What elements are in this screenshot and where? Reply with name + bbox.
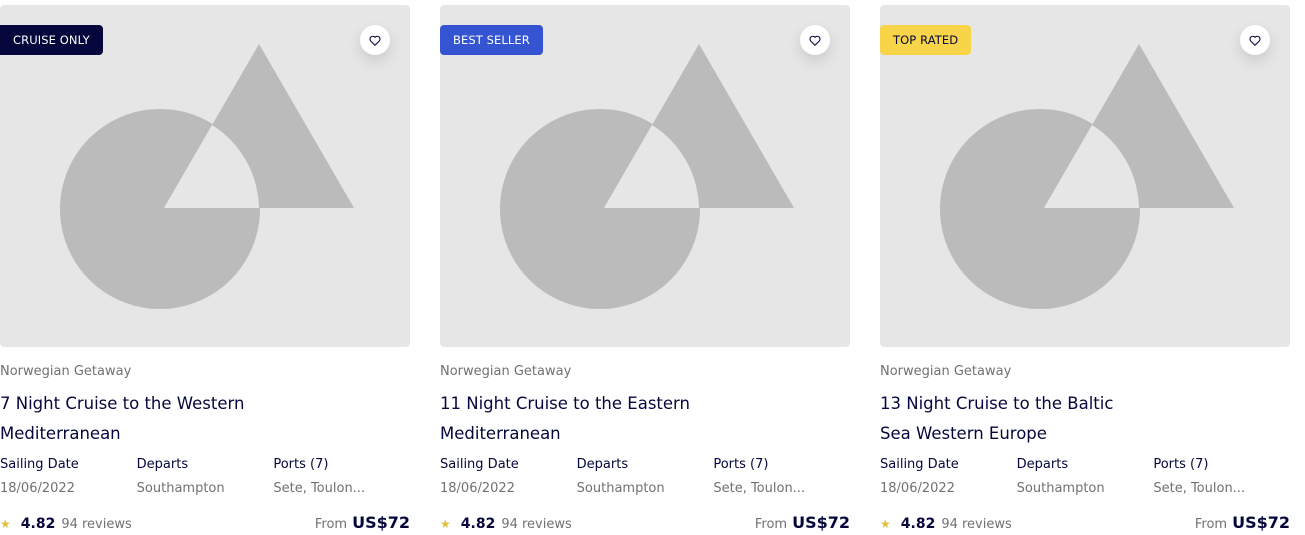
spec-value: 18/06/2022 xyxy=(440,481,515,496)
image-placeholder-icon xyxy=(500,44,794,309)
price-prefix: From xyxy=(754,517,788,532)
spec-label: Sailing Date xyxy=(0,457,79,472)
spec-ports: Ports (7) Sete, Toulon... xyxy=(1153,457,1290,497)
badge-cruise-only: CRUISE ONLY xyxy=(0,25,103,55)
rating: ★ 4.82 94 reviews xyxy=(0,516,132,532)
cruise-specs: Sailing Date 18/06/2022 Departs Southamp… xyxy=(0,457,410,497)
card-image[interactable]: TOP RATED xyxy=(880,5,1290,347)
heart-outline-icon xyxy=(369,35,381,46)
rating: ★ 4.82 94 reviews xyxy=(440,516,572,532)
rating-score: 4.82 xyxy=(900,516,936,532)
spec-departs: Departs Southampton xyxy=(577,457,714,497)
spec-sailing-date: Sailing Date 18/06/2022 xyxy=(440,457,577,497)
spec-value: Sete, Toulon... xyxy=(273,481,366,496)
spec-ports: Ports (7) Sete, Toulon... xyxy=(713,457,850,497)
spec-label: Sailing Date xyxy=(880,457,959,472)
spec-sailing-date: Sailing Date 18/06/2022 xyxy=(0,457,137,497)
spec-value: Southampton xyxy=(136,481,225,496)
spec-value: Sete, Toulon... xyxy=(713,481,806,496)
spec-label: Sailing Date xyxy=(440,457,519,472)
spec-value: 18/06/2022 xyxy=(880,481,955,496)
cruise-card[interactable]: CRUISE ONLY Norwegian Getaway 7 Night Cr… xyxy=(0,5,410,535)
spec-label: Departs xyxy=(576,457,629,472)
image-placeholder-icon xyxy=(940,44,1234,309)
cruise-specs: Sailing Date 18/06/2022 Departs Southamp… xyxy=(880,457,1290,497)
spec-departs: Departs Southampton xyxy=(1017,457,1154,497)
cruise-card[interactable]: TOP RATED Norwegian Getaway 13 Night Cru… xyxy=(880,5,1290,535)
ship-name: Norwegian Getaway xyxy=(0,364,132,379)
spec-label: Departs xyxy=(1016,457,1069,472)
spec-value: Southampton xyxy=(1016,481,1105,496)
favorite-button[interactable] xyxy=(800,25,830,55)
ship-name: Norwegian Getaway xyxy=(880,364,1012,379)
cruise-specs: Sailing Date 18/06/2022 Departs Southamp… xyxy=(440,457,850,497)
cruise-title[interactable]: 7 Night Cruise to the Western Mediterran… xyxy=(0,389,260,449)
badge-best-seller: BEST SELLER xyxy=(440,25,543,55)
rating-score: 4.82 xyxy=(20,516,56,532)
card-image[interactable]: BEST SELLER xyxy=(440,5,850,347)
badge-top-rated: TOP RATED xyxy=(880,25,972,55)
price-amount: US$72 xyxy=(352,513,410,532)
price: From US$72 xyxy=(1195,513,1290,532)
spec-ports: Ports (7) Sete, Toulon... xyxy=(273,457,410,497)
spec-label: Ports (7) xyxy=(713,457,769,472)
favorite-button[interactable] xyxy=(1240,25,1270,55)
cruise-title[interactable]: 13 Night Cruise to the Baltic Sea Wester… xyxy=(880,389,1140,449)
rating-score: 4.82 xyxy=(460,516,496,532)
price-amount: US$72 xyxy=(1232,513,1290,532)
star-icon: ★ xyxy=(0,517,11,531)
spec-value: 18/06/2022 xyxy=(0,481,75,496)
price: From US$72 xyxy=(755,513,850,532)
ship-name: Norwegian Getaway xyxy=(440,364,572,379)
star-icon: ★ xyxy=(440,517,451,531)
star-icon: ★ xyxy=(880,517,891,531)
heart-outline-icon xyxy=(1249,35,1261,46)
cruise-title[interactable]: 11 Night Cruise to the Eastern Mediterra… xyxy=(440,389,700,449)
heart-outline-icon xyxy=(809,35,821,46)
price-prefix: From xyxy=(314,517,348,532)
price: From US$72 xyxy=(315,513,410,532)
spec-value: Southampton xyxy=(576,481,665,496)
price-prefix: From xyxy=(1194,517,1228,532)
spec-label: Ports (7) xyxy=(273,457,329,472)
card-image[interactable]: CRUISE ONLY xyxy=(0,5,410,347)
rating: ★ 4.82 94 reviews xyxy=(880,516,1012,532)
price-amount: US$72 xyxy=(792,513,850,532)
spec-label: Departs xyxy=(136,457,189,472)
cruise-card-grid: CRUISE ONLY Norwegian Getaway 7 Night Cr… xyxy=(0,0,1305,532)
review-count: 94 reviews xyxy=(941,517,1012,532)
spec-value: Sete, Toulon... xyxy=(1153,481,1246,496)
review-count: 94 reviews xyxy=(61,517,132,532)
favorite-button[interactable] xyxy=(360,25,390,55)
spec-label: Ports (7) xyxy=(1153,457,1209,472)
review-count: 94 reviews xyxy=(501,517,572,532)
spec-departs: Departs Southampton xyxy=(137,457,274,497)
image-placeholder-icon xyxy=(60,44,354,309)
spec-sailing-date: Sailing Date 18/06/2022 xyxy=(880,457,1017,497)
cruise-card[interactable]: BEST SELLER Norwegian Getaway 11 Night C… xyxy=(440,5,850,535)
